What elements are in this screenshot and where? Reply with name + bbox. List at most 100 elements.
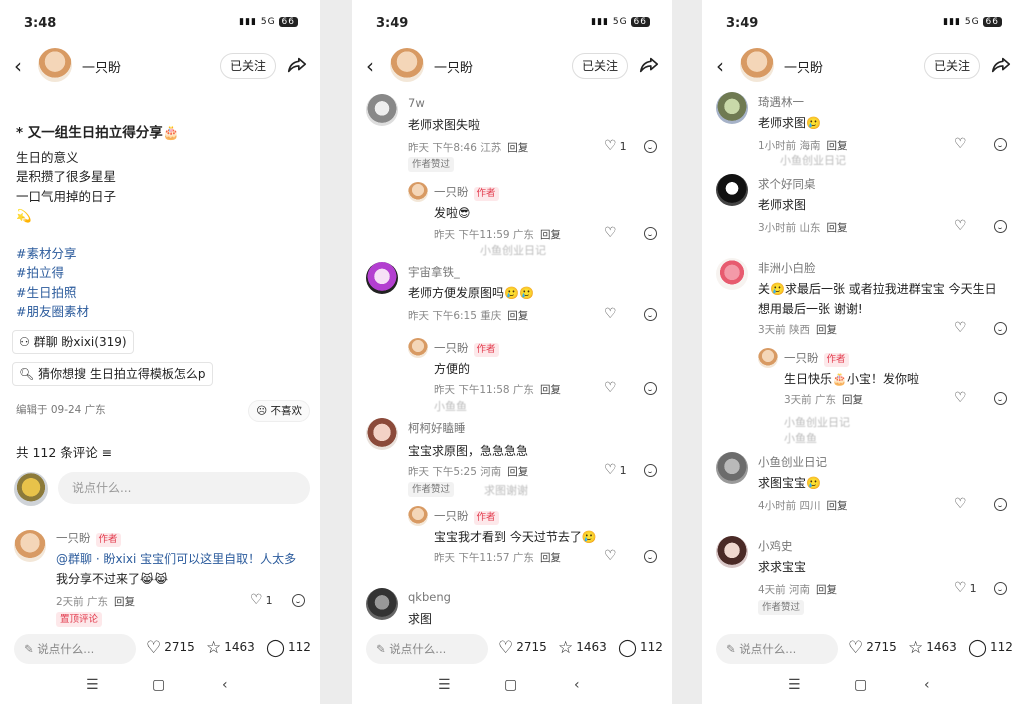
commenter-name[interactable]: 非洲小白脸 xyxy=(758,260,816,276)
commenter-name[interactable]: 宇宙拿铁_ xyxy=(408,264,460,280)
commenter-avatar[interactable] xyxy=(758,348,778,368)
author-avatar[interactable] xyxy=(390,48,424,82)
back-nav-icon[interactable]: ‹ xyxy=(222,677,228,693)
dislike-button[interactable]: ☹ 不喜欢 xyxy=(248,400,310,422)
like-total[interactable]: ♡ 2715 xyxy=(146,638,195,658)
commenter-name[interactable]: 小鸡史 xyxy=(758,538,793,554)
follow-button[interactable]: 已关注 xyxy=(219,53,276,79)
sort-icon[interactable]: ≡ xyxy=(98,445,112,460)
home-icon[interactable]: ▢ xyxy=(152,677,165,693)
suggested-search-chip[interactable]: 🔍︎ 猜你想搜 生日拍立得模板怎么p xyxy=(12,362,213,386)
emoji-icon[interactable] xyxy=(994,498,1007,511)
comment-total[interactable]: ◯ 112 xyxy=(968,638,1013,658)
reply-button[interactable]: 回复 xyxy=(827,222,848,234)
commenter-name[interactable]: 7w xyxy=(408,96,425,110)
back-nav-icon[interactable]: ‹ xyxy=(574,677,580,693)
comment-input[interactable]: 说点什么... xyxy=(58,472,310,504)
back-icon[interactable]: ‹ xyxy=(716,56,736,76)
commenter-avatar[interactable] xyxy=(366,588,398,620)
comments-count[interactable]: 共 112 条评论 ≡ xyxy=(16,442,112,461)
commenter-avatar[interactable] xyxy=(716,258,748,290)
home-icon[interactable]: ▢ xyxy=(504,677,517,693)
star-total[interactable]: ☆ 1463 xyxy=(908,638,957,658)
emoji-icon[interactable] xyxy=(994,138,1007,151)
like-button[interactable]: ♡ xyxy=(954,218,967,234)
like-button[interactable]: ♡ xyxy=(604,306,617,322)
commenter-avatar[interactable] xyxy=(366,94,398,126)
author-avatar[interactable] xyxy=(740,48,774,82)
commenter-avatar[interactable] xyxy=(716,92,748,124)
commenter-avatar[interactable] xyxy=(408,338,428,358)
follow-button[interactable]: 已关注 xyxy=(571,53,628,79)
back-icon[interactable]: ‹ xyxy=(14,56,34,76)
mention[interactable]: @群聊 · 盼xixi 宝宝们可以这里自取！人太多 xyxy=(56,552,296,566)
like-button[interactable]: ♡ xyxy=(954,320,967,336)
reply-button[interactable]: 回复 xyxy=(507,466,528,478)
bottom-comment-input[interactable]: ✎ 说点什么... xyxy=(716,634,838,664)
reply-button[interactable]: 回复 xyxy=(540,552,561,564)
star-total[interactable]: ☆ 1463 xyxy=(558,638,607,658)
hashtag[interactable]: #素材分享 xyxy=(16,244,312,264)
author-name[interactable]: 一只盼 xyxy=(434,57,473,76)
like-button[interactable]: ♡ xyxy=(954,496,967,512)
star-total[interactable]: ☆ 1463 xyxy=(206,638,255,658)
author-name[interactable]: 一只盼 xyxy=(784,57,823,76)
back-icon[interactable]: ‹ xyxy=(366,56,386,76)
like-button[interactable]: ♡ 1 xyxy=(250,592,273,608)
commenter-name[interactable]: qkbeng xyxy=(408,590,451,604)
commenter-name[interactable]: 一只盼 作者 xyxy=(434,184,499,201)
commenter-name[interactable]: 小鱼创业日记 xyxy=(758,454,827,470)
emoji-icon[interactable] xyxy=(644,464,657,477)
commenter-avatar[interactable] xyxy=(716,174,748,206)
menu-icon[interactable]: ☰ xyxy=(788,677,801,693)
emoji-icon[interactable] xyxy=(994,220,1007,233)
reply-button[interactable]: 回复 xyxy=(842,394,863,406)
like-button[interactable]: ♡ 1 xyxy=(604,462,627,478)
commenter-avatar[interactable] xyxy=(716,536,748,568)
hashtag[interactable]: #生日拍照 xyxy=(16,283,312,303)
share-icon[interactable] xyxy=(286,54,308,76)
emoji-icon[interactable] xyxy=(644,308,657,321)
emoji-icon[interactable] xyxy=(994,322,1007,335)
hashtag[interactable]: #朋友圈素材 xyxy=(16,302,312,322)
commenter-avatar[interactable] xyxy=(14,530,46,562)
emoji-icon[interactable] xyxy=(644,382,657,395)
back-nav-icon[interactable]: ‹ xyxy=(924,677,930,693)
group-chat-chip[interactable]: ⚇ 群聊 盼xixi(319) xyxy=(12,330,134,354)
bottom-comment-input[interactable]: ✎ 说点什么... xyxy=(14,634,136,664)
commenter-avatar[interactable] xyxy=(366,418,398,450)
reply-button[interactable]: 回复 xyxy=(540,384,561,396)
commenter-name[interactable]: 柯柯好瞌睡 xyxy=(408,420,466,436)
reply-button[interactable]: 回复 xyxy=(827,140,848,152)
commenter-name[interactable]: 一只盼 作者 xyxy=(56,530,121,547)
commenter-name[interactable]: 一只盼 作者 xyxy=(784,350,849,367)
home-icon[interactable]: ▢ xyxy=(854,677,867,693)
commenter-name[interactable]: 琦遇林一 xyxy=(758,94,804,110)
follow-button[interactable]: 已关注 xyxy=(923,53,980,79)
bottom-comment-input[interactable]: ✎ 说点什么... xyxy=(366,634,488,664)
emoji-icon[interactable] xyxy=(644,550,657,563)
reply-button[interactable]: 回复 xyxy=(827,500,848,512)
like-button[interactable]: ♡ xyxy=(604,225,617,241)
reply-button[interactable]: 回复 xyxy=(540,229,561,241)
emoji-icon[interactable] xyxy=(644,140,657,153)
commenter-name[interactable]: 一只盼 作者 xyxy=(434,340,499,357)
like-button[interactable]: ♡ xyxy=(954,136,967,152)
author-avatar[interactable] xyxy=(38,48,72,82)
like-button[interactable]: ♡ xyxy=(604,380,617,396)
share-icon[interactable] xyxy=(638,54,660,76)
like-total[interactable]: ♡ 2715 xyxy=(848,638,897,658)
emoji-icon[interactable] xyxy=(994,582,1007,595)
emoji-icon[interactable] xyxy=(994,392,1007,405)
emoji-icon[interactable] xyxy=(644,227,657,240)
reply-button[interactable]: 回复 xyxy=(114,596,135,608)
emoji-icon[interactable] xyxy=(292,594,305,607)
commenter-name[interactable]: 求个好同桌 xyxy=(758,176,816,192)
like-button[interactable]: ♡ xyxy=(954,390,967,406)
author-name[interactable]: 一只盼 xyxy=(82,57,121,76)
comment-total[interactable]: ◯ 112 xyxy=(266,638,311,658)
reply-button[interactable]: 回复 xyxy=(507,142,528,154)
reply-button[interactable]: 回复 xyxy=(816,584,837,596)
comment-total[interactable]: ◯ 112 xyxy=(618,638,663,658)
hashtag[interactable]: #拍立得 xyxy=(16,263,312,283)
